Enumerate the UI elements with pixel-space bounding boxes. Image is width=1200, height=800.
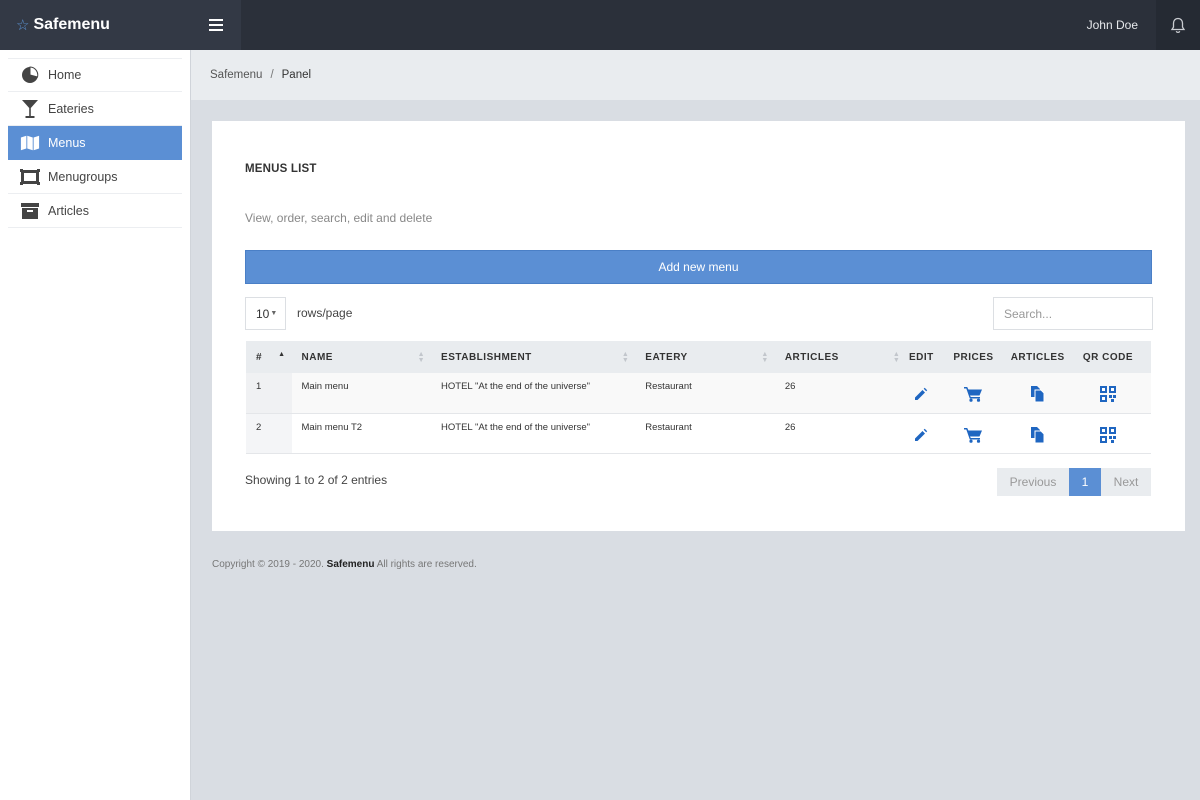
rows-per-page-label: rows/page [297,306,353,320]
sidebar: Home Eateries Menus Menugroups Articles [0,50,191,800]
column-header-name[interactable]: NAME ▲ ▼ [291,341,432,373]
cell-number: 1 [246,373,292,414]
column-header-articles-action: ARTICLES [1010,341,1065,373]
cell-articles: 26 [774,373,907,414]
menus-card: MENUS LIST View, order, search, edit and… [212,121,1185,531]
cell-articles-action [1010,413,1065,454]
sidebar-item-label: Articles [48,203,89,218]
column-header-qr-code: QR CODE [1064,341,1151,373]
page-title: MENUS LIST [245,163,317,175]
copyright-text: Copyright © 2019 - 2020. [212,559,324,570]
brand-name: Safemenu [33,16,110,33]
sidebar-item-menus[interactable]: Menus [8,126,182,160]
column-header-establishment[interactable]: ESTABLISHMENT ▲ ▼ [431,341,636,373]
pie-chart-icon [20,65,40,85]
rights-text: All rights are reserved. [376,559,477,570]
cell-establishment: HOTEL "At the end of the universe" [431,373,636,414]
cell-articles-action [1010,373,1065,414]
table-row: 2 Main menu T2 HOTEL "At the end of the … [246,413,1151,454]
cell-eatery: Restaurant [635,413,775,454]
entries-info: Showing 1 to 2 of 2 entries [245,473,388,487]
next-page-button[interactable]: Next [1101,468,1151,496]
copy-icon[interactable] [1030,385,1046,406]
cell-name: Main menu T2 [291,413,432,454]
hamburger-icon [209,19,223,31]
sort-icon: ▲ ▼ [892,351,901,364]
sort-icon: ▲ ▼ [621,351,630,364]
page-subtitle: View, order, search, edit and delete [245,211,433,225]
table-row: 1 Main menu HOTEL "At the end of the uni… [246,373,1151,414]
breadcrumb: Safemenu / Panel [191,50,1200,100]
top-bar: ☆ Safemenu John Doe [0,0,1200,50]
breadcrumb-current: Panel [281,69,312,81]
column-header-prices: PRICES [936,341,1011,373]
map-icon [20,133,40,153]
menus-table: # ▲ NAME ▲ ▼ ESTABLISHMENT ▲ ▼ EATERY ▲ ▼ ARTIC… [246,341,1151,454]
add-new-menu-button[interactable]: Add new menu [245,250,1152,284]
sidebar-item-home[interactable]: Home [8,58,182,92]
cell-name: Main menu [291,373,432,414]
sidebar-item-articles[interactable]: Articles [8,194,182,228]
shopping-cart-icon[interactable] [963,427,983,446]
cell-edit [906,373,937,414]
sidebar-item-eateries[interactable]: Eateries [8,92,182,126]
sort-icon: ▲ ▼ [417,351,426,364]
previous-page-button[interactable]: Previous [997,468,1069,496]
sort-ascending-icon: ▲ [278,351,286,358]
search-input[interactable] [993,297,1153,330]
notifications-button[interactable] [1156,0,1200,50]
caret-down-icon: ▼ [270,310,278,317]
sidebar-item-label: Menus [48,135,86,150]
page-1-button[interactable]: 1 [1069,468,1101,496]
pencil-icon[interactable] [914,387,928,404]
table-header-row: # ▲ NAME ▲ ▼ ESTABLISHMENT ▲ ▼ EATERY ▲ ▼ ARTIC… [246,341,1151,373]
sidebar-nav: Home Eateries Menus Menugroups Articles [8,58,182,228]
pencil-icon[interactable] [914,428,928,445]
cell-qr-code [1064,373,1151,414]
column-header-number[interactable]: # ▲ [246,341,292,373]
rows-per-page-select[interactable]: 10 ▼ [245,297,286,330]
cell-prices [936,373,1011,414]
cell-eatery: Restaurant [635,373,775,414]
sidebar-item-label: Eateries [48,101,94,116]
sidebar-item-label: Menugroups [48,169,118,184]
footer: Copyright © 2019 - 2020. Safemenu All ri… [212,559,477,570]
pagination: Previous 1 Next [997,468,1151,496]
qr-code-icon[interactable] [1099,386,1116,405]
copy-icon[interactable] [1030,426,1046,447]
qr-code-icon[interactable] [1099,426,1116,446]
sidebar-item-menugroups[interactable]: Menugroups [8,160,182,194]
cell-prices [936,413,1011,454]
column-header-eatery[interactable]: EATERY ▲ ▼ [635,341,775,373]
sidebar-item-label: Home [48,68,82,82]
cell-number: 2 [246,413,292,454]
user-name[interactable]: John Doe [1087,0,1138,50]
footer-brand: Safemenu [326,559,375,570]
sort-icon: ▲ ▼ [761,351,769,364]
breadcrumb-root[interactable]: Safemenu [210,69,262,81]
shopping-cart-icon[interactable] [963,386,983,405]
frame-icon [20,167,40,187]
breadcrumb-separator: / [270,69,274,81]
archive-box-icon [20,201,40,221]
cell-articles: 26 [774,413,907,454]
cell-qr-code [1064,413,1151,454]
column-header-edit: EDIT [906,341,937,373]
column-header-articles[interactable]: ARTICLES ▲ ▼ [774,341,907,373]
bell-icon [1170,17,1186,33]
brand[interactable]: ☆ Safemenu [0,0,191,50]
menu-toggle-button[interactable] [191,0,241,50]
cell-establishment: HOTEL "At the end of the universe" [431,413,636,454]
cell-edit [906,413,937,454]
star-icon: ☆ [16,17,30,34]
cocktail-glass-icon [20,99,40,119]
rows-per-page-value: 10 [256,306,270,321]
